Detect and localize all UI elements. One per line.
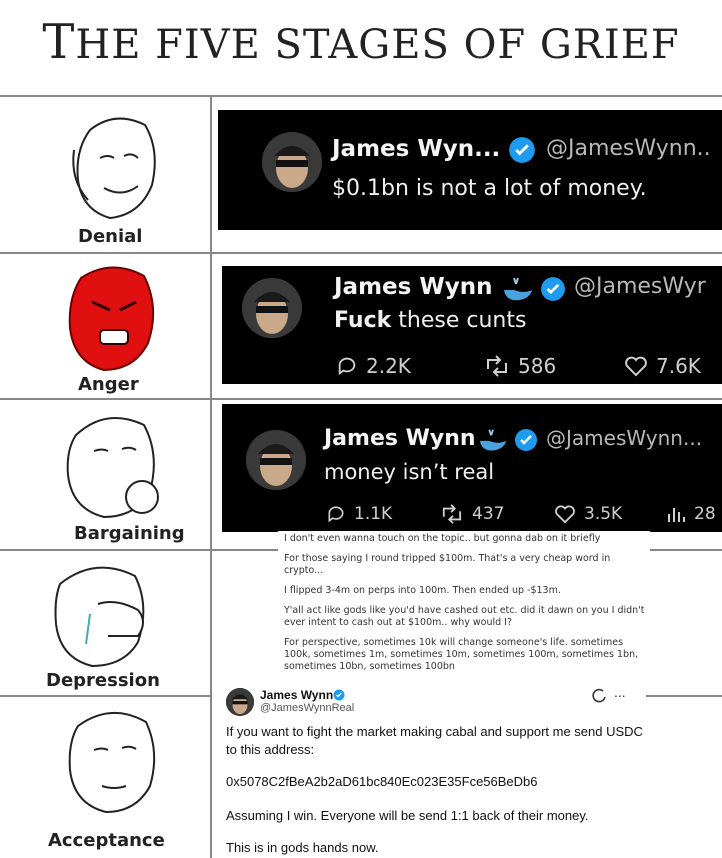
tweet-author-name: James Wynn	[324, 426, 476, 451]
avatar	[226, 688, 254, 716]
tweet-author-handle[interactable]: @JamesWyr	[574, 274, 706, 299]
grid-line	[0, 252, 722, 254]
stage-label-depression: Depression	[46, 670, 160, 691]
notes-excerpt: I don't even wanna touch on the topic.. …	[278, 531, 650, 683]
anger-wojak-icon	[68, 266, 155, 372]
verified-badge-icon	[509, 137, 535, 163]
notes-paragraph: For those saying I round tripped $100m. …	[284, 553, 611, 576]
heart-icon	[625, 356, 647, 377]
notes-paragraph: I flipped 3-4m on perps into 100m. Then …	[284, 585, 561, 596]
tweet-author-handle[interactable]: @JamesWynn..	[546, 136, 711, 161]
grok-icon[interactable]	[592, 688, 608, 704]
reply-icon	[328, 506, 344, 523]
stage-label-anger: Anger	[78, 374, 139, 395]
retweet-icon	[442, 504, 462, 524]
title-rest: HE FIVE STAGES OF GRIEF	[75, 22, 680, 68]
wallet-address: 0x5078C2fBeA2b2aD61bc840Ec023E35Fce56BeD…	[226, 774, 538, 789]
heart-icon	[555, 505, 575, 524]
tweet-author-name: James Wyn...	[332, 136, 501, 162]
tweet-denial: James Wyn... @JamesWynn.. $0.1bn is not …	[218, 110, 722, 230]
verified-badge-icon	[541, 277, 565, 301]
like-metric[interactable]: 7.6K	[624, 354, 701, 378]
retweet-count: 586	[518, 354, 557, 378]
denial-wojak-icon	[72, 117, 156, 220]
tweet-text: Assuming I win. Everyone will be send 1:…	[226, 808, 589, 823]
whale-emoji-icon	[479, 429, 507, 451]
like-count: 7.6K	[656, 354, 701, 378]
avatar	[262, 132, 322, 192]
verified-badge-icon	[515, 429, 537, 451]
reply-metric[interactable]: 1.1K	[326, 504, 392, 524]
grid-line	[0, 95, 722, 97]
views-chart-icon	[668, 508, 685, 522]
avatar	[246, 430, 306, 490]
stage-label-bargaining: Bargaining	[74, 523, 185, 544]
notes-paragraph: For perspective, sometimes 10k will chan…	[284, 637, 639, 672]
tweet-author-handle[interactable]: @JamesWynnReal	[260, 702, 354, 714]
stage-label-acceptance: Acceptance	[48, 830, 165, 851]
avatar	[242, 278, 302, 338]
reply-icon	[338, 357, 356, 376]
reply-count: 2.2K	[366, 354, 411, 378]
bargaining-wojak-icon	[66, 417, 159, 519]
tweet-author-name: James Wynn	[260, 688, 334, 702]
retweet-icon	[487, 355, 507, 377]
notes-paragraph: I don't even wanna touch on the topic.. …	[284, 533, 601, 544]
tweet-acceptance: James Wynn @JamesWynnReal ... If you wan…	[212, 684, 646, 858]
views-metric[interactable]: 28	[666, 504, 716, 524]
acceptance-wojak-icon	[68, 711, 156, 814]
like-metric[interactable]: 3.5K	[554, 504, 622, 524]
retweet-count: 437	[472, 504, 505, 524]
tweet-anger: James Wynn @JamesWyr Fuck these cunts 2.…	[222, 266, 722, 384]
retweet-metric[interactable]: 586	[484, 354, 556, 378]
tweet-text: money isn’t real	[324, 460, 495, 484]
more-options-icon[interactable]: ...	[614, 684, 626, 700]
views-count: 28	[694, 504, 716, 524]
tweet-bargaining: James Wynn @JamesWynn... money isn’t rea…	[222, 404, 722, 532]
tweet-text: $0.1bn is not a lot of money.	[332, 176, 647, 201]
page-title: THE FIVE STAGES OF GRIEF	[0, 14, 722, 70]
depression-wojak-icon	[54, 566, 145, 668]
tweet-text-rest: these cunts	[391, 308, 527, 333]
tweet-author-name: James Wynn	[334, 274, 493, 300]
tweet-text: to this address:	[226, 742, 315, 757]
tweet-text: If you want to fight the market making c…	[226, 724, 643, 739]
tweet-text: This is in gods hands now.	[226, 840, 379, 855]
title-initial: T	[42, 14, 76, 70]
verified-badge-icon	[333, 689, 345, 701]
whale-emoji-icon	[504, 277, 532, 301]
reply-metric[interactable]: 2.2K	[336, 354, 411, 378]
notes-paragraph: Y'all act like gods like you'd have cash…	[284, 605, 645, 628]
tweet-text: Fuck these cunts	[334, 308, 526, 333]
tweet-text-bold: Fuck	[334, 308, 392, 333]
retweet-metric[interactable]: 437	[440, 504, 504, 524]
reply-count: 1.1K	[354, 504, 393, 524]
grid-line	[0, 398, 722, 400]
tweet-author-handle[interactable]: @JamesWynn...	[546, 426, 702, 450]
stage-label-denial: Denial	[78, 226, 143, 247]
like-count: 3.5K	[584, 504, 623, 524]
